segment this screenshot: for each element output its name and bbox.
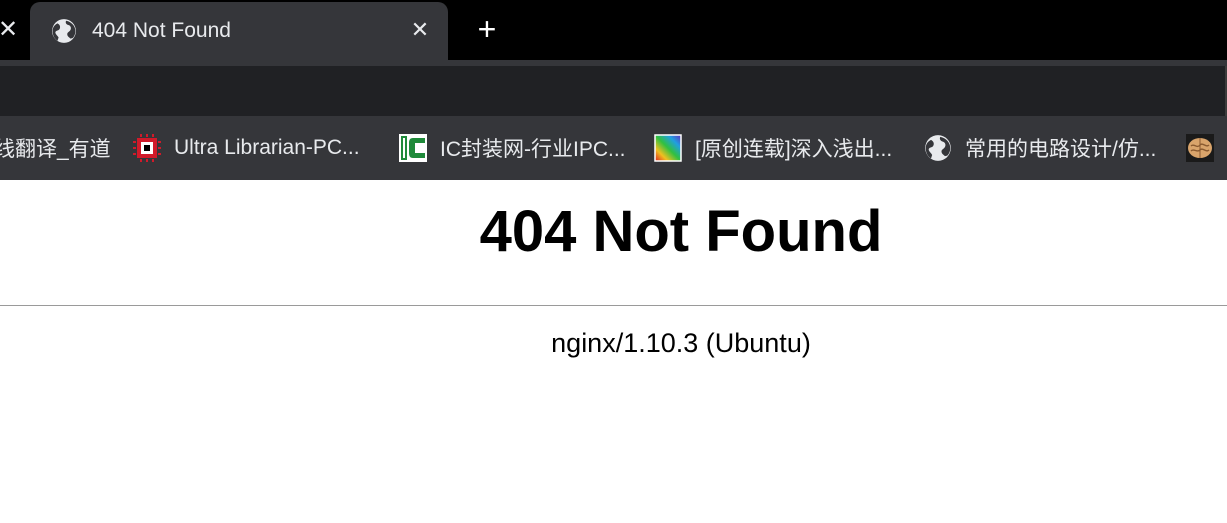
bookmark-ic-fengzhuang[interactable]: IC封装网-行业IPC... — [399, 132, 626, 164]
tab-active[interactable]: 404 Not Found ✕ — [30, 2, 448, 60]
chip-icon — [133, 134, 161, 162]
brain-icon — [1186, 134, 1214, 162]
bookmark-label: Ultra Librarian-PC... — [174, 136, 360, 159]
bookmark-label: 常用的电路设计/仿... — [965, 138, 1157, 161]
globe-icon — [925, 135, 951, 161]
bookmark-label: 线翻译_有道 — [0, 138, 111, 161]
bookmark-label: [原创连载]深入浅出... — [695, 138, 893, 161]
bookmark-brain[interactable] — [1186, 132, 1227, 164]
bookmark-label: IC封装网-行业IPC... — [440, 138, 626, 161]
previous-tab-close-button[interactable]: ✕ — [0, 16, 18, 44]
new-tab-button[interactable]: + — [472, 13, 502, 45]
tab-strip: ✕ 404 Not Found ✕ + — [0, 0, 1227, 60]
bookmark-ultra-librarian[interactable]: Ultra Librarian-PC... — [133, 132, 360, 164]
tab-close-button[interactable]: ✕ — [407, 16, 433, 44]
rainbow-icon — [654, 134, 682, 162]
bookmark-yuanchuang[interactable]: [原创连载]深入浅出... — [654, 132, 892, 164]
globe-icon — [52, 19, 76, 43]
divider — [0, 305, 1227, 306]
bookmarks-bar: 线翻译_有道 Ultra Librarian-PC... IC封装网-行业IPC… — [0, 116, 1227, 180]
tab-title: 404 Not Found — [92, 19, 231, 42]
bookmark-youdao[interactable]: 线翻译_有道 — [0, 132, 111, 164]
bookmark-circuit-design[interactable]: 常用的电路设计/仿... — [924, 132, 1156, 164]
ic-logo-icon — [399, 134, 427, 162]
server-signature: nginx/1.10.3 (Ubuntu) — [551, 328, 811, 358]
page-title: 404 Not Found — [479, 199, 883, 264]
toolbar — [0, 66, 1227, 116]
